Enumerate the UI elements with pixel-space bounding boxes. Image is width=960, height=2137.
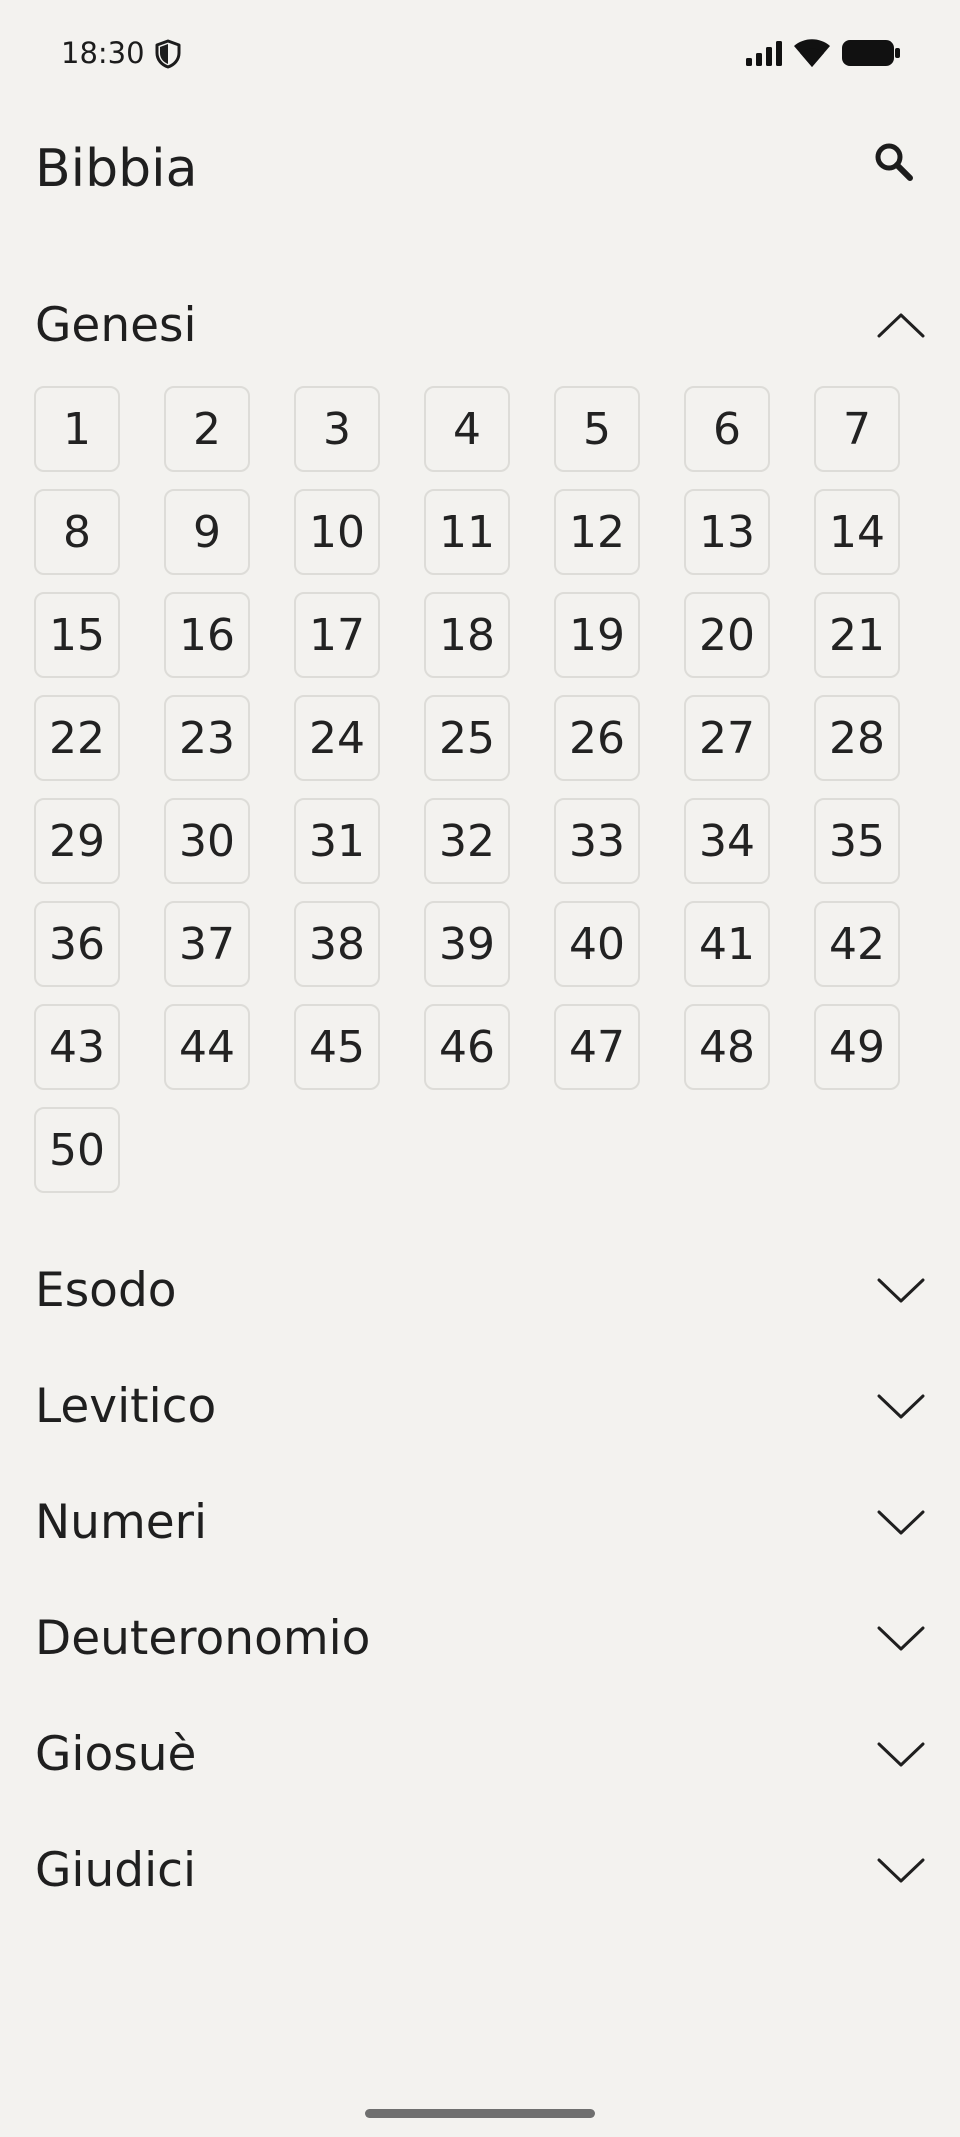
chapter-button[interactable]: 33 xyxy=(554,798,640,884)
chapter-button[interactable]: 45 xyxy=(294,1004,380,1090)
chapter-button[interactable]: 49 xyxy=(814,1004,900,1090)
chapter-button[interactable]: 6 xyxy=(684,386,770,472)
book-section-giosue: Giosuè xyxy=(0,1699,960,1815)
chapter-button[interactable]: 35 xyxy=(814,798,900,884)
chevron-up-icon xyxy=(876,310,926,340)
chapter-button[interactable]: 41 xyxy=(684,901,770,987)
chapter-button[interactable]: 47 xyxy=(554,1004,640,1090)
chapter-button[interactable]: 31 xyxy=(294,798,380,884)
chapter-button[interactable]: 17 xyxy=(294,592,380,678)
chapter-button[interactable]: 9 xyxy=(164,489,250,575)
status-bar: 18:30 xyxy=(0,0,960,106)
chapter-button[interactable]: 29 xyxy=(34,798,120,884)
chapter-button[interactable]: 13 xyxy=(684,489,770,575)
status-time: 18:30 xyxy=(61,36,145,70)
chapter-button[interactable]: 34 xyxy=(684,798,770,884)
chapter-button[interactable]: 48 xyxy=(684,1004,770,1090)
search-icon xyxy=(872,140,916,188)
chapter-button[interactable]: 8 xyxy=(34,489,120,575)
book-header-genesi[interactable]: Genesi xyxy=(0,270,960,386)
chapter-button[interactable]: 15 xyxy=(34,592,120,678)
chevron-down-icon xyxy=(876,1275,926,1305)
book-title: Levitico xyxy=(35,1379,217,1434)
chapter-button[interactable]: 24 xyxy=(294,695,380,781)
shield-icon xyxy=(153,38,183,70)
chapter-button[interactable]: 43 xyxy=(34,1004,120,1090)
chapter-button[interactable]: 18 xyxy=(424,592,510,678)
wifi-icon xyxy=(793,37,831,68)
chapter-button[interactable]: 19 xyxy=(554,592,640,678)
chapter-button[interactable]: 1 xyxy=(34,386,120,472)
chapter-button[interactable]: 44 xyxy=(164,1004,250,1090)
chapter-button[interactable]: 50 xyxy=(34,1107,120,1193)
book-section-levitico: Levitico xyxy=(0,1351,960,1467)
chevron-down-icon xyxy=(876,1739,926,1769)
chapter-button[interactable]: 26 xyxy=(554,695,640,781)
book-list: Genesi 1 2 3 4 5 6 7 8 9 10 11 12 13 14 15 16 17 18 19 20 21… xyxy=(0,270,960,1931)
book-section-esodo: Esodo xyxy=(0,1235,960,1351)
book-header-giosue[interactable]: Giosuè xyxy=(0,1699,960,1815)
chapter-button[interactable]: 20 xyxy=(684,592,770,678)
chapter-button[interactable]: 5 xyxy=(554,386,640,472)
book-header-numeri[interactable]: Numeri xyxy=(0,1467,960,1583)
chapter-button[interactable]: 40 xyxy=(554,901,640,987)
signal-icon xyxy=(745,40,785,67)
chevron-down-icon xyxy=(876,1855,926,1885)
search-button[interactable] xyxy=(868,138,920,190)
book-header-levitico[interactable]: Levitico xyxy=(0,1351,960,1467)
chapter-button[interactable]: 28 xyxy=(814,695,900,781)
chapter-button[interactable]: 3 xyxy=(294,386,380,472)
chevron-down-icon xyxy=(876,1623,926,1653)
chapter-button[interactable]: 16 xyxy=(164,592,250,678)
book-section-deuteronomio: Deuteronomio xyxy=(0,1583,960,1699)
chapter-button[interactable]: 42 xyxy=(814,901,900,987)
chevron-down-icon xyxy=(876,1391,926,1421)
book-header-giudici[interactable]: Giudici xyxy=(0,1815,960,1931)
chapter-button[interactable]: 4 xyxy=(424,386,510,472)
home-indicator[interactable] xyxy=(365,2109,595,2118)
book-header-deuteronomio[interactable]: Deuteronomio xyxy=(0,1583,960,1699)
chapter-button[interactable]: 37 xyxy=(164,901,250,987)
chapter-button[interactable]: 10 xyxy=(294,489,380,575)
chapter-button[interactable]: 21 xyxy=(814,592,900,678)
chapter-button[interactable]: 36 xyxy=(34,901,120,987)
chevron-down-icon xyxy=(876,1507,926,1537)
book-title: Deuteronomio xyxy=(35,1611,371,1666)
chapter-button[interactable]: 7 xyxy=(814,386,900,472)
book-section-numeri: Numeri xyxy=(0,1467,960,1583)
chapter-button[interactable]: 2 xyxy=(164,386,250,472)
chapter-button[interactable]: 30 xyxy=(164,798,250,884)
chapter-button[interactable]: 23 xyxy=(164,695,250,781)
battery-icon xyxy=(841,39,901,67)
chapter-button[interactable]: 11 xyxy=(424,489,510,575)
book-section-genesi: Genesi 1 2 3 4 5 6 7 8 9 10 11 12 13 14 15 16 17 18 19 20 21… xyxy=(0,270,960,1193)
book-title: Giudici xyxy=(35,1843,197,1898)
chapter-button[interactable]: 46 xyxy=(424,1004,510,1090)
book-title: Genesi xyxy=(35,298,197,353)
book-header-esodo[interactable]: Esodo xyxy=(0,1235,960,1351)
chapter-button[interactable]: 14 xyxy=(814,489,900,575)
chapter-button[interactable]: 32 xyxy=(424,798,510,884)
chapter-button[interactable]: 12 xyxy=(554,489,640,575)
book-title: Esodo xyxy=(35,1263,177,1318)
chapter-button[interactable]: 38 xyxy=(294,901,380,987)
book-title: Giosuè xyxy=(35,1727,197,1782)
chapter-button[interactable]: 22 xyxy=(34,695,120,781)
page-title: Bibbia xyxy=(35,139,198,199)
chapter-button[interactable]: 25 xyxy=(424,695,510,781)
chapter-button[interactable]: 27 xyxy=(684,695,770,781)
book-title: Numeri xyxy=(35,1495,208,1550)
book-section-giudici: Giudici xyxy=(0,1815,960,1931)
chapter-button[interactable]: 39 xyxy=(424,901,510,987)
chapter-grid: 1 2 3 4 5 6 7 8 9 10 11 12 13 14 15 16 17 18 19 20 21 22 23 24 2… xyxy=(0,386,934,1193)
